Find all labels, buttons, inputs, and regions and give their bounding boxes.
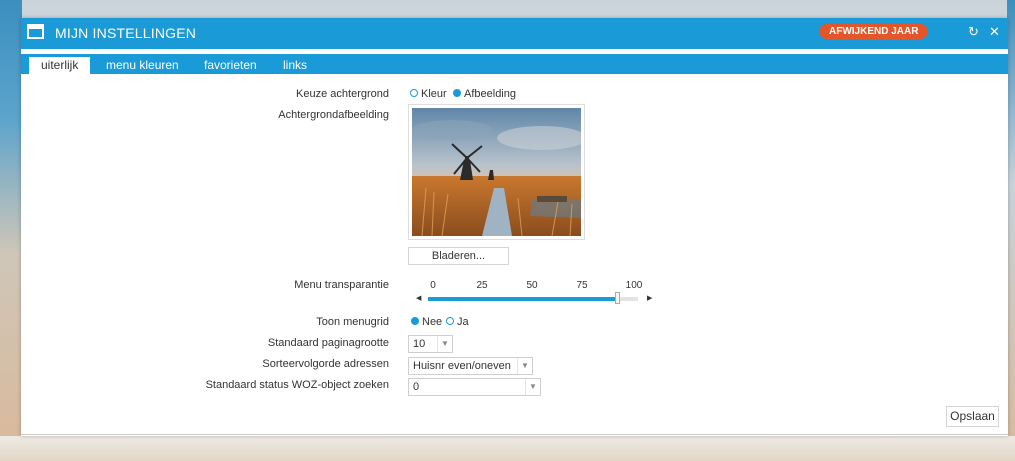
window-icon <box>27 24 44 39</box>
page-size-label: Standaard paginagrootte <box>267 337 389 349</box>
background-bottom <box>0 436 1015 461</box>
background-choice-label: Keuze achtergrond <box>296 88 389 100</box>
window-bottom-divider <box>21 434 1008 435</box>
radio-nee-icon <box>411 317 419 326</box>
menu-transparency-label: Menu transparantie <box>294 279 389 291</box>
settings-window: MIJN INSTELLINGEN AFWIJKEND JAAR ↻ ✕ uit… <box>21 18 1008 436</box>
tick-label-50: 50 <box>526 280 538 291</box>
radio-ja-icon <box>446 317 454 326</box>
radio-ja-label: Ja <box>457 316 469 328</box>
radio-kleur[interactable]: Kleur <box>410 88 447 100</box>
title-bar: MIJN INSTELLINGEN AFWIJKEND JAAR ↻ ✕ <box>21 18 1008 49</box>
woz-status-label: Standaard status WOZ-object zoeken <box>205 379 389 391</box>
slider-thumb[interactable] <box>615 292 620 304</box>
background-right <box>1007 0 1015 461</box>
tick-label-100: 100 <box>625 280 643 291</box>
background-image-label: Achtergrondafbeelding <box>278 109 389 121</box>
radio-kleur-icon <box>410 89 418 98</box>
page-size-value: 10 <box>413 338 426 350</box>
slider-right-arrow-icon[interactable]: ▶ <box>647 294 652 302</box>
radio-kleur-label: Kleur <box>421 88 447 100</box>
slider-fill <box>428 297 617 301</box>
refresh-icon[interactable]: ↻ <box>968 24 979 40</box>
tab-links[interactable]: links <box>271 57 319 74</box>
background-image-preview <box>408 104 585 240</box>
tab-uiterlijk[interactable]: uiterlijk <box>29 57 91 74</box>
tab-menu-kleuren[interactable]: menu kleuren <box>94 57 191 74</box>
chevron-down-icon: ▼ <box>437 336 452 352</box>
radio-afbeelding-label: Afbeelding <box>464 88 516 100</box>
year-badge: AFWIJKEND JAAR <box>819 24 929 39</box>
browse-button[interactable]: Bladeren... <box>408 247 509 265</box>
chevron-down-icon: ▼ <box>517 358 532 374</box>
radio-afbeelding-icon <box>453 89 461 98</box>
tick-label-25: 25 <box>476 280 488 291</box>
radio-afbeelding[interactable]: Afbeelding <box>453 88 516 100</box>
tick-label-75: 75 <box>576 280 588 291</box>
tab-favorieten[interactable]: favorieten <box>192 57 269 74</box>
show-menugrid-label: Toon menugrid <box>316 316 389 328</box>
woz-status-select[interactable]: 0 ▼ <box>408 378 541 396</box>
chevron-down-icon: ▼ <box>525 379 540 395</box>
address-sort-select[interactable]: Huisnr even/oneven ▼ <box>408 357 533 375</box>
woz-status-value: 0 <box>413 381 420 393</box>
windmill-landscape-image <box>412 108 581 236</box>
slider-left-arrow-icon[interactable]: ◀ <box>416 294 421 302</box>
tab-bar: uiterlijk menu kleuren favorieten links <box>21 54 1008 74</box>
transparency-slider[interactable]: ◀ ▶ <box>416 292 656 304</box>
window-title: MIJN INSTELLINGEN <box>55 25 197 41</box>
radio-ja[interactable]: Ja <box>446 316 469 328</box>
page-size-select[interactable]: 10 ▼ <box>408 335 453 353</box>
radio-nee[interactable]: Nee <box>411 316 442 328</box>
tick-label-0: 0 <box>430 280 436 291</box>
close-icon[interactable]: ✕ <box>989 24 1000 40</box>
address-sort-value: Huisnr even/oneven <box>413 360 511 372</box>
background-left <box>0 0 22 461</box>
save-button[interactable]: Opslaan <box>946 406 999 427</box>
radio-nee-label: Nee <box>422 316 443 328</box>
address-sort-label: Sorteervolgorde adressen <box>262 358 389 370</box>
